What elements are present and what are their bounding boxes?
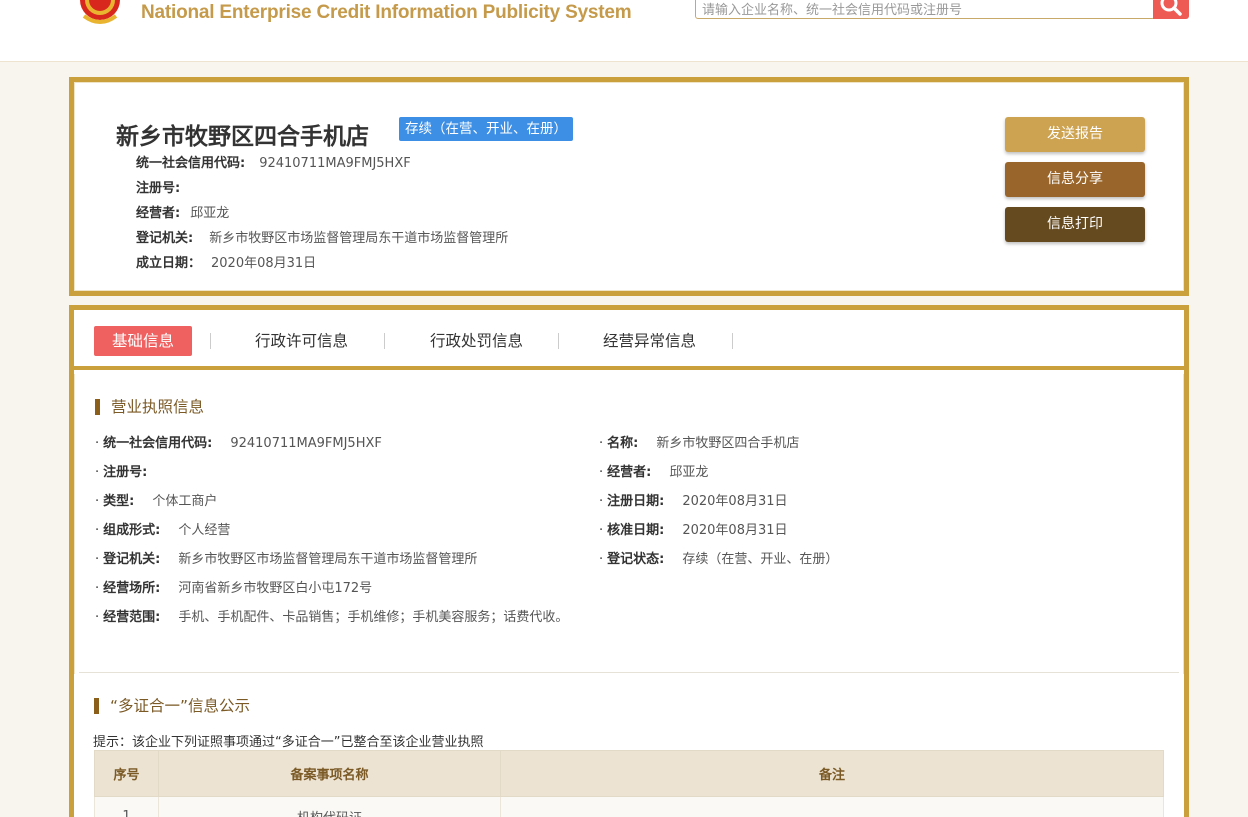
summary-value: 92410711MA9FMJ5HXF [259, 156, 411, 171]
field-label: 注册号: [103, 465, 148, 480]
tab-divider [384, 333, 385, 349]
company-card-inner: 新乡市牧野区四合手机店 存续（在营、开业、在册） 统一社会信用代码: 924107… [74, 82, 1184, 291]
tab-divider [558, 333, 559, 349]
print-info-button[interactable]: 信息打印 [1005, 207, 1145, 242]
section-divider [79, 672, 1179, 673]
tab-divider [210, 333, 211, 349]
table-cell: 1 [94, 796, 159, 817]
tab-abnormal-operation[interactable]: 经营异常信息 [592, 326, 707, 356]
top-header: National Enterprise Credit Information P… [0, 0, 1248, 62]
field-label: 类型: [103, 494, 135, 509]
field-label: 经营场所: [103, 581, 161, 596]
search-input[interactable]: 请输入企业名称、统一社会信用代码或注册号 [695, 0, 1155, 19]
bullet: · [95, 581, 100, 596]
bullet: · [95, 610, 100, 625]
field-label: 名称: [607, 436, 639, 451]
field-label: 经营者: [607, 465, 652, 480]
tab-divider [732, 333, 733, 349]
multi-cert-title: “多证合一”信息公示 [94, 698, 250, 714]
bullet: · [599, 523, 604, 538]
summary-established: 成立日期： 2020年08月31日 [136, 255, 316, 273]
license-section: 营业执照信息 · 统一社会信用代码: 92410711MA9FMJ5HXF · 注册号… [74, 374, 1184, 674]
bullet: · [599, 494, 604, 509]
field-reg-status: · 登记状态: 存续（在营、开业、在册） [599, 551, 838, 569]
field-reg-no: · 注册号: [95, 464, 165, 482]
field-scope: · 经营范围: 手机、手机配件、卡品销售；手机维修；手机美容服务；话费代收。 [95, 609, 568, 627]
summary-credit-code: 统一社会信用代码: 92410711MA9FMJ5HXF [136, 155, 411, 173]
table-row: 1 机构代码证 [94, 796, 1164, 817]
send-report-button[interactable]: 发送报告 [1005, 117, 1145, 152]
summary-label: 登记机关: [136, 231, 194, 246]
column-header: 序号 [94, 750, 159, 797]
site-title: National Enterprise Credit Information P… [141, 2, 632, 23]
field-value: 2020年08月31日 [682, 523, 788, 538]
summary-reg-no: 注册号: [136, 180, 190, 198]
column-header: 备注 [500, 750, 1164, 797]
field-value: 手机、手机配件、卡品销售；手机维修；手机美容服务；话费代收。 [178, 610, 569, 625]
summary-label: 经营者: [136, 206, 181, 221]
field-credit-code: · 统一社会信用代码: 92410711MA9FMJ5HXF [95, 435, 382, 453]
field-reg-date: · 注册日期: 2020年08月31日 [599, 493, 788, 511]
tab-bar: 基础信息 行政许可信息 行政处罚信息 经营异常信息 [74, 310, 1184, 370]
field-value: 河南省新乡市牧野区白小屯172号 [178, 581, 373, 596]
bullet: · [95, 494, 100, 509]
field-label: 核准日期: [607, 523, 665, 538]
multi-cert-table: 序号 备案事项名称 备注 1 机构代码证 [94, 750, 1164, 817]
field-value: 存续（在营、开业、在册） [682, 552, 839, 567]
bullet: · [95, 523, 100, 538]
field-value: 92410711MA9FMJ5HXF [230, 436, 382, 451]
summary-operator: 经营者: 邱亚龙 [136, 205, 229, 223]
license-section-title: 营业执照信息 [95, 399, 204, 415]
company-name: 新乡市牧野区四合手机店 [116, 124, 369, 150]
field-name: · 名称: 新乡市牧野区四合手机店 [599, 435, 799, 453]
field-value: 邱亚龙 [669, 465, 709, 480]
field-label: 经营范围: [103, 610, 161, 625]
field-value: 新乡市牧野区市场监督管理局东干道市场监督管理所 [178, 552, 478, 567]
summary-label: 统一社会信用代码: [136, 156, 246, 171]
bullet: · [599, 436, 604, 451]
field-approval-date: · 核准日期: 2020年08月31日 [599, 522, 788, 540]
field-operator: · 经营者: 邱亚龙 [599, 464, 708, 482]
table-cell [500, 796, 1164, 817]
field-label: 登记状态: [607, 552, 665, 567]
summary-value: 邱亚龙 [190, 206, 230, 221]
column-header: 备案事项名称 [158, 750, 501, 797]
company-card: 新乡市牧野区四合手机店 存续（在营、开业、在册） 统一社会信用代码: 924107… [69, 77, 1189, 296]
field-value: 2020年08月31日 [682, 494, 788, 509]
tab-admin-penalty[interactable]: 行政处罚信息 [419, 326, 534, 356]
summary-value: 新乡市牧野区市场监督管理局东干道市场监督管理所 [209, 231, 509, 246]
bullet: · [599, 465, 604, 480]
field-premises: · 经营场所: 河南省新乡市牧野区白小屯172号 [95, 580, 372, 598]
search-button[interactable] [1153, 0, 1189, 19]
tab-admin-license[interactable]: 行政许可信息 [244, 326, 359, 356]
table-cell: 机构代码证 [158, 796, 501, 817]
field-label: 登记机关: [103, 552, 161, 567]
share-info-button[interactable]: 信息分享 [1005, 162, 1145, 197]
field-value: 个人经营 [178, 523, 231, 538]
field-type: · 类型: 个体工商户 [95, 493, 217, 511]
table-header-row: 序号 备案事项名称 备注 [94, 750, 1164, 797]
bullet: · [95, 465, 100, 480]
summary-label: 注册号: [136, 181, 181, 196]
field-label: 组成形式: [103, 523, 161, 538]
multi-cert-hint: 提示：该企业下列证照事项通过“多证合一”已整合至该企业营业执照 [93, 735, 484, 750]
bullet: · [599, 552, 604, 567]
field-value: 个体工商户 [152, 494, 218, 509]
summary-label: 成立日期： [136, 256, 202, 271]
national-emblem-icon [80, 0, 120, 24]
tab-basic-info[interactable]: 基础信息 [94, 326, 192, 356]
details-panel: 基础信息 行政许可信息 行政处罚信息 经营异常信息 营业执照信息 · 统一社会信用… [69, 305, 1189, 817]
field-label: 注册日期: [607, 494, 665, 509]
field-label: 统一社会信用代码: [103, 436, 213, 451]
bullet: · [95, 436, 100, 451]
field-value: 新乡市牧野区四合手机店 [656, 436, 800, 451]
summary-value: 2020年08月31日 [211, 256, 317, 271]
summary-authority: 登记机关: 新乡市牧野区市场监督管理局东干道市场监督管理所 [136, 230, 508, 248]
status-badge: 存续（在营、开业、在册） [399, 117, 573, 141]
search-icon [1160, 0, 1182, 16]
field-authority: · 登记机关: 新乡市牧野区市场监督管理局东干道市场监督管理所 [95, 551, 477, 569]
bullet: · [95, 552, 100, 567]
field-form: · 组成形式: 个人经营 [95, 522, 230, 540]
